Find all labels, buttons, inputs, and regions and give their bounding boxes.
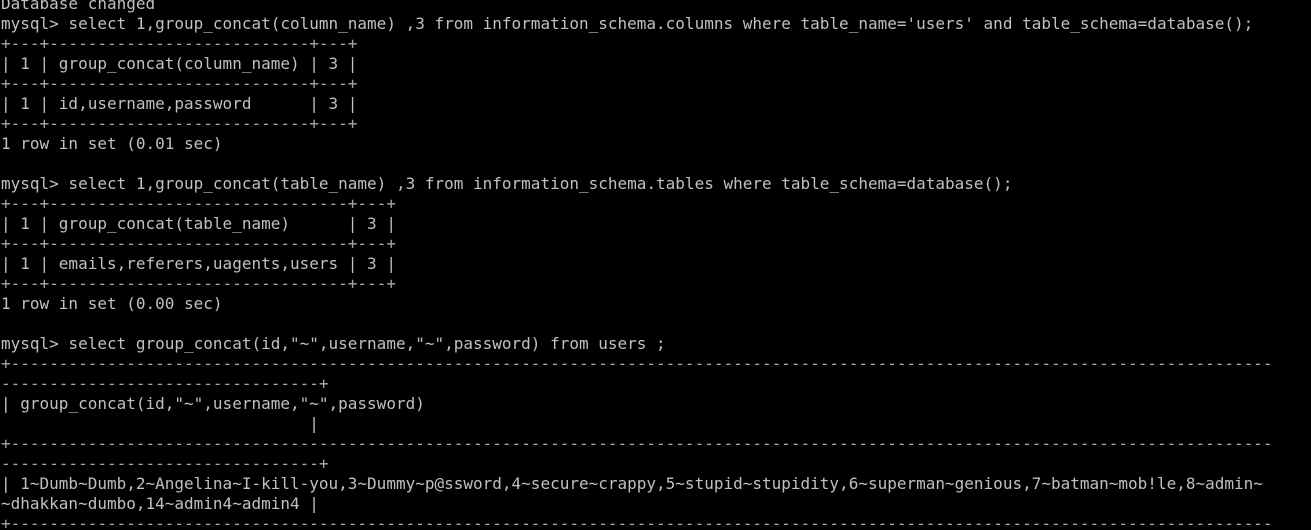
table-border: +---+---------------------------+---+ (1, 114, 358, 133)
table-header-row: | group_concat(id,"~",username,"~",passw… (1, 394, 425, 413)
table-header-row: | 1 | group_concat(column_name) | 3 | (1, 54, 358, 73)
table-row: | 1~Dumb~Dumb,2~Angelina~I-kill-you,3~Du… (1, 474, 1263, 493)
table-border: ---------------------------------+ (1, 454, 329, 473)
status-line: Database changed (1, 0, 156, 13)
table-border: +---+---------------------------+---+ (1, 74, 358, 93)
table-row: | 1 | id,username,password | 3 | (1, 94, 358, 113)
table-border: ---------------------------------+ (1, 374, 329, 393)
table-border: +---+---------------------------+---+ (1, 34, 358, 53)
table-row: | 1 | emails,referers,uagents,users | 3 … (1, 254, 396, 273)
table-border: +---------------------------------------… (1, 434, 1273, 453)
console-output: Database changed mysql> select 1,group_c… (1, 0, 1311, 530)
command-line: mysql> select 1,group_concat(column_name… (1, 14, 1254, 33)
table-header-row: | 1 | group_concat(table_name) | 3 | (1, 214, 396, 233)
table-border: +---+-------------------------------+---… (1, 234, 396, 253)
result-summary: 1 row in set (0.01 sec) (1, 134, 223, 153)
table-border: +---------------------------------------… (1, 354, 1273, 373)
table-border: +---+-------------------------------+---… (1, 274, 396, 293)
table-header-row: | (1, 414, 319, 433)
command-line: mysql> select group_concat(id,"~",userna… (1, 334, 666, 353)
table-border: +---------------------------------------… (1, 514, 1273, 530)
mysql-console-window[interactable]: Database changed mysql> select 1,group_c… (0, 0, 1311, 530)
table-row: ~dhakkan~dumbo,14~admin4~admin4 | (1, 494, 319, 513)
table-border: +---+-------------------------------+---… (1, 194, 396, 213)
command-line: mysql> select 1,group_concat(table_name)… (1, 174, 1013, 193)
result-summary: 1 row in set (0.00 sec) (1, 294, 223, 313)
